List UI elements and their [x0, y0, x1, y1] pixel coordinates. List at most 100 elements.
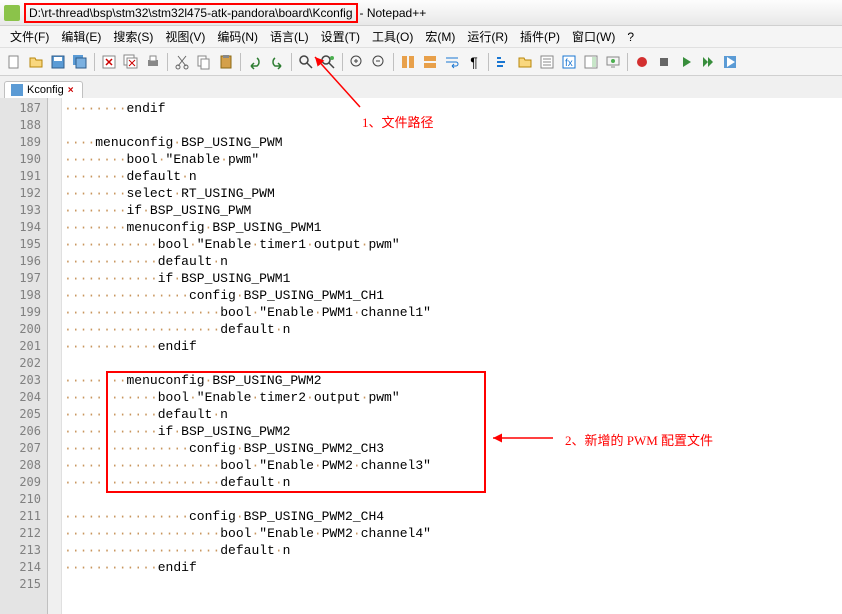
- menu-run[interactable]: 运行(R): [461, 26, 514, 47]
- code-line[interactable]: ············bool·"Enable·timer1·output·p…: [62, 236, 842, 253]
- save-macro-icon[interactable]: [720, 52, 740, 72]
- zoom-in-icon[interactable]: [347, 52, 367, 72]
- play-icon[interactable]: [676, 52, 696, 72]
- close-tab-icon[interactable]: ×: [68, 85, 74, 96]
- file-type-icon: [11, 84, 23, 96]
- wrap-icon[interactable]: [442, 52, 462, 72]
- line-number: 190: [0, 151, 47, 168]
- folder-icon[interactable]: [515, 52, 535, 72]
- app-icon: [4, 5, 20, 21]
- print-icon[interactable]: [143, 52, 163, 72]
- line-number: 193: [0, 202, 47, 219]
- line-number: 191: [0, 168, 47, 185]
- code-line[interactable]: ········menuconfig·BSP_USING_PWM2: [62, 372, 842, 389]
- doc-list-icon[interactable]: [537, 52, 557, 72]
- indent-guide-icon[interactable]: [493, 52, 513, 72]
- titlebar: D:\rt-thread\bsp\stm32\stm32l475-atk-pan…: [0, 0, 842, 26]
- code-line[interactable]: ····················default·n: [62, 321, 842, 338]
- zoom-out-icon[interactable]: [369, 52, 389, 72]
- toolbar: ¶ fx: [0, 48, 842, 76]
- paste-icon[interactable]: [216, 52, 236, 72]
- line-number: 203: [0, 372, 47, 389]
- code-line[interactable]: ········menuconfig·BSP_USING_PWM1: [62, 219, 842, 236]
- code-line[interactable]: ····menuconfig·BSP_USING_PWM: [62, 134, 842, 151]
- code-line[interactable]: ········select·RT_USING_PWM: [62, 185, 842, 202]
- record-icon[interactable]: [632, 52, 652, 72]
- function-list-icon[interactable]: fx: [559, 52, 579, 72]
- code-line[interactable]: [62, 117, 842, 134]
- menu-settings[interactable]: 设置(T): [315, 26, 366, 47]
- doc-map-icon[interactable]: [581, 52, 601, 72]
- menu-plugins[interactable]: 插件(P): [514, 26, 566, 47]
- code-area[interactable]: ········endif ····menuconfig·BSP_USING_PW…: [62, 98, 842, 614]
- line-number: 210: [0, 491, 47, 508]
- code-line[interactable]: ············endif: [62, 559, 842, 576]
- find-icon[interactable]: [296, 52, 316, 72]
- code-line[interactable]: ········default·n: [62, 168, 842, 185]
- code-line[interactable]: ············if·BSP_USING_PWM1: [62, 270, 842, 287]
- menu-window[interactable]: 窗口(W): [566, 26, 621, 47]
- cut-icon[interactable]: [172, 52, 192, 72]
- tabbar: Kconfig ×: [0, 76, 842, 98]
- save-icon[interactable]: [48, 52, 68, 72]
- menu-tools[interactable]: 工具(O): [366, 26, 419, 47]
- sync-v-icon[interactable]: [398, 52, 418, 72]
- line-number: 199: [0, 304, 47, 321]
- menu-edit[interactable]: 编辑(E): [55, 26, 107, 47]
- line-number: 207: [0, 440, 47, 457]
- code-line[interactable]: ············if·BSP_USING_PWM2: [62, 423, 842, 440]
- line-number: 188: [0, 117, 47, 134]
- show-all-icon[interactable]: ¶: [464, 52, 484, 72]
- menu-macro[interactable]: 宏(M): [419, 26, 461, 47]
- line-number: 204: [0, 389, 47, 406]
- code-line[interactable]: ············default·n: [62, 406, 842, 423]
- code-line[interactable]: ········bool·"Enable·pwm": [62, 151, 842, 168]
- new-file-icon[interactable]: [4, 52, 24, 72]
- code-line[interactable]: ············endif: [62, 338, 842, 355]
- code-line[interactable]: ········if·BSP_USING_PWM: [62, 202, 842, 219]
- code-line[interactable]: ····················bool·"Enable·PWM2·ch…: [62, 457, 842, 474]
- menubar: 文件(F) 编辑(E) 搜索(S) 视图(V) 编码(N) 语言(L) 设置(T…: [0, 26, 842, 48]
- stop-icon[interactable]: [654, 52, 674, 72]
- close-icon[interactable]: [99, 52, 119, 72]
- code-line[interactable]: ········endif: [62, 100, 842, 117]
- code-line[interactable]: ············default·n: [62, 253, 842, 270]
- line-number: 195: [0, 236, 47, 253]
- line-number: 206: [0, 423, 47, 440]
- separator: [488, 53, 489, 71]
- undo-icon[interactable]: [245, 52, 265, 72]
- line-number: 213: [0, 542, 47, 559]
- tab-kconfig[interactable]: Kconfig ×: [4, 81, 83, 98]
- menu-help[interactable]: ?: [621, 28, 640, 46]
- line-number: 215: [0, 576, 47, 593]
- redo-icon[interactable]: [267, 52, 287, 72]
- line-number: 197: [0, 270, 47, 287]
- replace-icon[interactable]: [318, 52, 338, 72]
- menu-search[interactable]: 搜索(S): [107, 26, 159, 47]
- code-line[interactable]: ····················bool·"Enable·PWM1·ch…: [62, 304, 842, 321]
- code-line[interactable]: ····················default·n: [62, 474, 842, 491]
- code-line[interactable]: ················config·BSP_USING_PWM2_CH…: [62, 508, 842, 525]
- menu-file[interactable]: 文件(F): [4, 26, 55, 47]
- monitor-icon[interactable]: [603, 52, 623, 72]
- code-line[interactable]: ················config·BSP_USING_PWM1_CH…: [62, 287, 842, 304]
- code-line[interactable]: ················config·BSP_USING_PWM2_CH…: [62, 440, 842, 457]
- copy-icon[interactable]: [194, 52, 214, 72]
- save-all-icon[interactable]: [70, 52, 90, 72]
- code-line[interactable]: [62, 491, 842, 508]
- sync-h-icon[interactable]: [420, 52, 440, 72]
- close-all-icon[interactable]: [121, 52, 141, 72]
- code-line[interactable]: ············bool·"Enable·timer2·output·p…: [62, 389, 842, 406]
- separator: [627, 53, 628, 71]
- menu-view[interactable]: 视图(V): [159, 26, 211, 47]
- line-number: 196: [0, 253, 47, 270]
- fast-play-icon[interactable]: [698, 52, 718, 72]
- menu-encoding[interactable]: 编码(N): [211, 26, 264, 47]
- code-line[interactable]: ····················default·n: [62, 542, 842, 559]
- open-file-icon[interactable]: [26, 52, 46, 72]
- code-line[interactable]: [62, 576, 842, 593]
- line-number: 201: [0, 338, 47, 355]
- code-line[interactable]: [62, 355, 842, 372]
- menu-language[interactable]: 语言(L): [264, 26, 315, 47]
- code-line[interactable]: ····················bool·"Enable·PWM2·ch…: [62, 525, 842, 542]
